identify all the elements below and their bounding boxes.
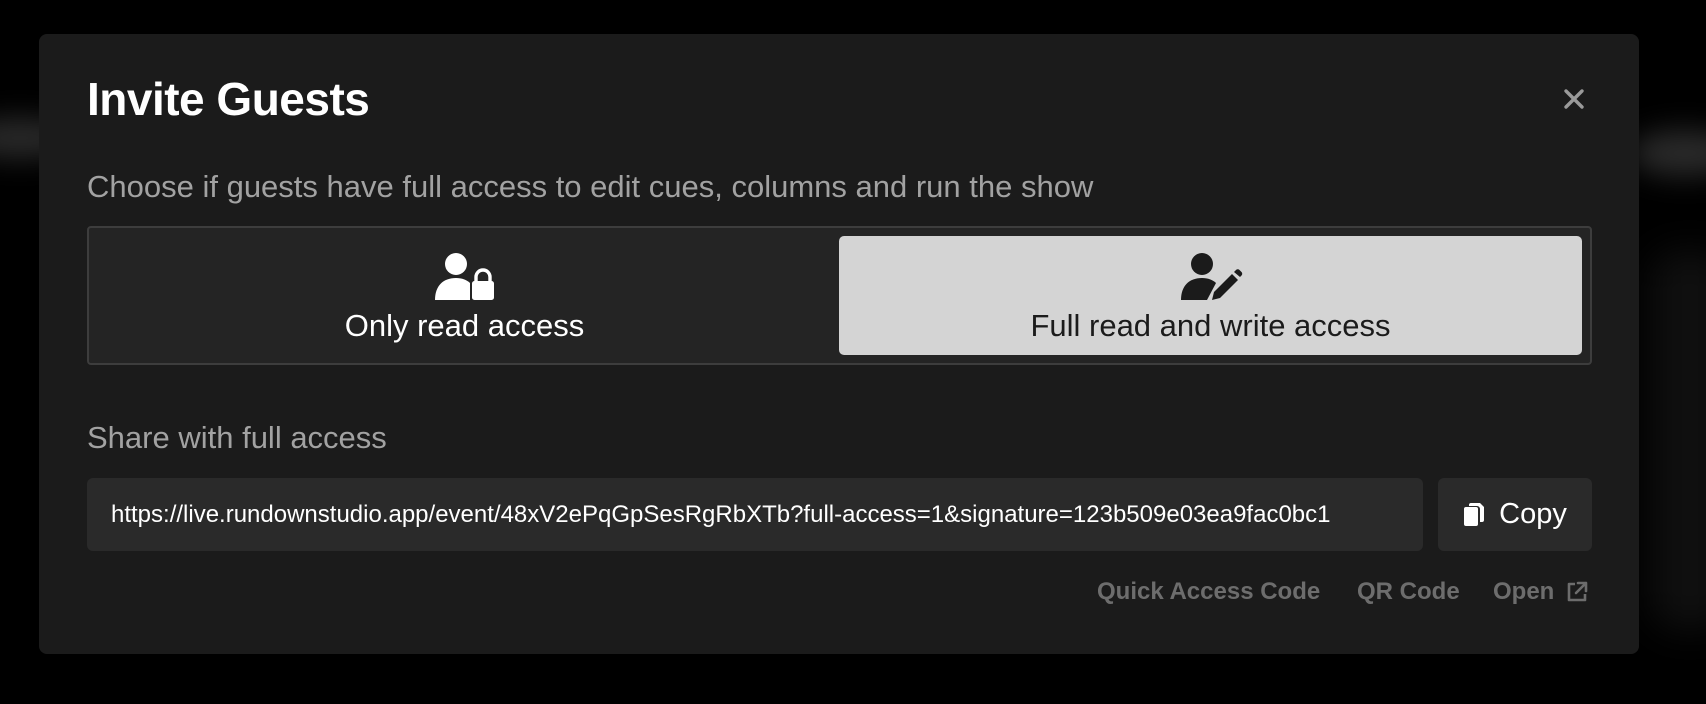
share-label: Share with full access	[87, 420, 387, 455]
user-pen-icon	[1180, 253, 1242, 300]
qr-code-link[interactable]: QR Code	[1357, 574, 1460, 610]
background-blur	[1630, 130, 1706, 176]
footer-links: Quick Access Code QR Code Open	[39, 574, 1592, 610]
close-icon	[1564, 89, 1584, 109]
open-link[interactable]: Open	[1493, 574, 1588, 610]
modal-subtitle: Choose if guests have full access to edi…	[87, 169, 1094, 204]
user-lock-icon	[434, 253, 494, 300]
quick-access-code-link[interactable]: Quick Access Code	[1097, 574, 1320, 610]
read-only-access-option[interactable]: Only read access	[97, 236, 832, 355]
close-button[interactable]	[1557, 82, 1591, 116]
copy-button[interactable]: Copy	[1438, 478, 1592, 551]
access-toggle: Only read access Full read and write acc…	[87, 226, 1592, 365]
share-url-field[interactable]	[87, 478, 1423, 551]
option-label: Full read and write access	[1030, 308, 1391, 343]
open-link-label: Open	[1493, 578, 1555, 605]
full-access-option[interactable]: Full read and write access	[839, 236, 1582, 355]
external-link-icon	[1568, 581, 1588, 602]
option-label: Only read access	[344, 308, 585, 343]
modal-title: Invite Guests	[87, 73, 370, 125]
invite-guests-modal: Invite Guests Choose if guests have full…	[39, 34, 1639, 654]
copy-icon	[1464, 502, 1485, 526]
background-blur	[1650, 250, 1706, 630]
copy-button-label: Copy	[1499, 498, 1567, 530]
